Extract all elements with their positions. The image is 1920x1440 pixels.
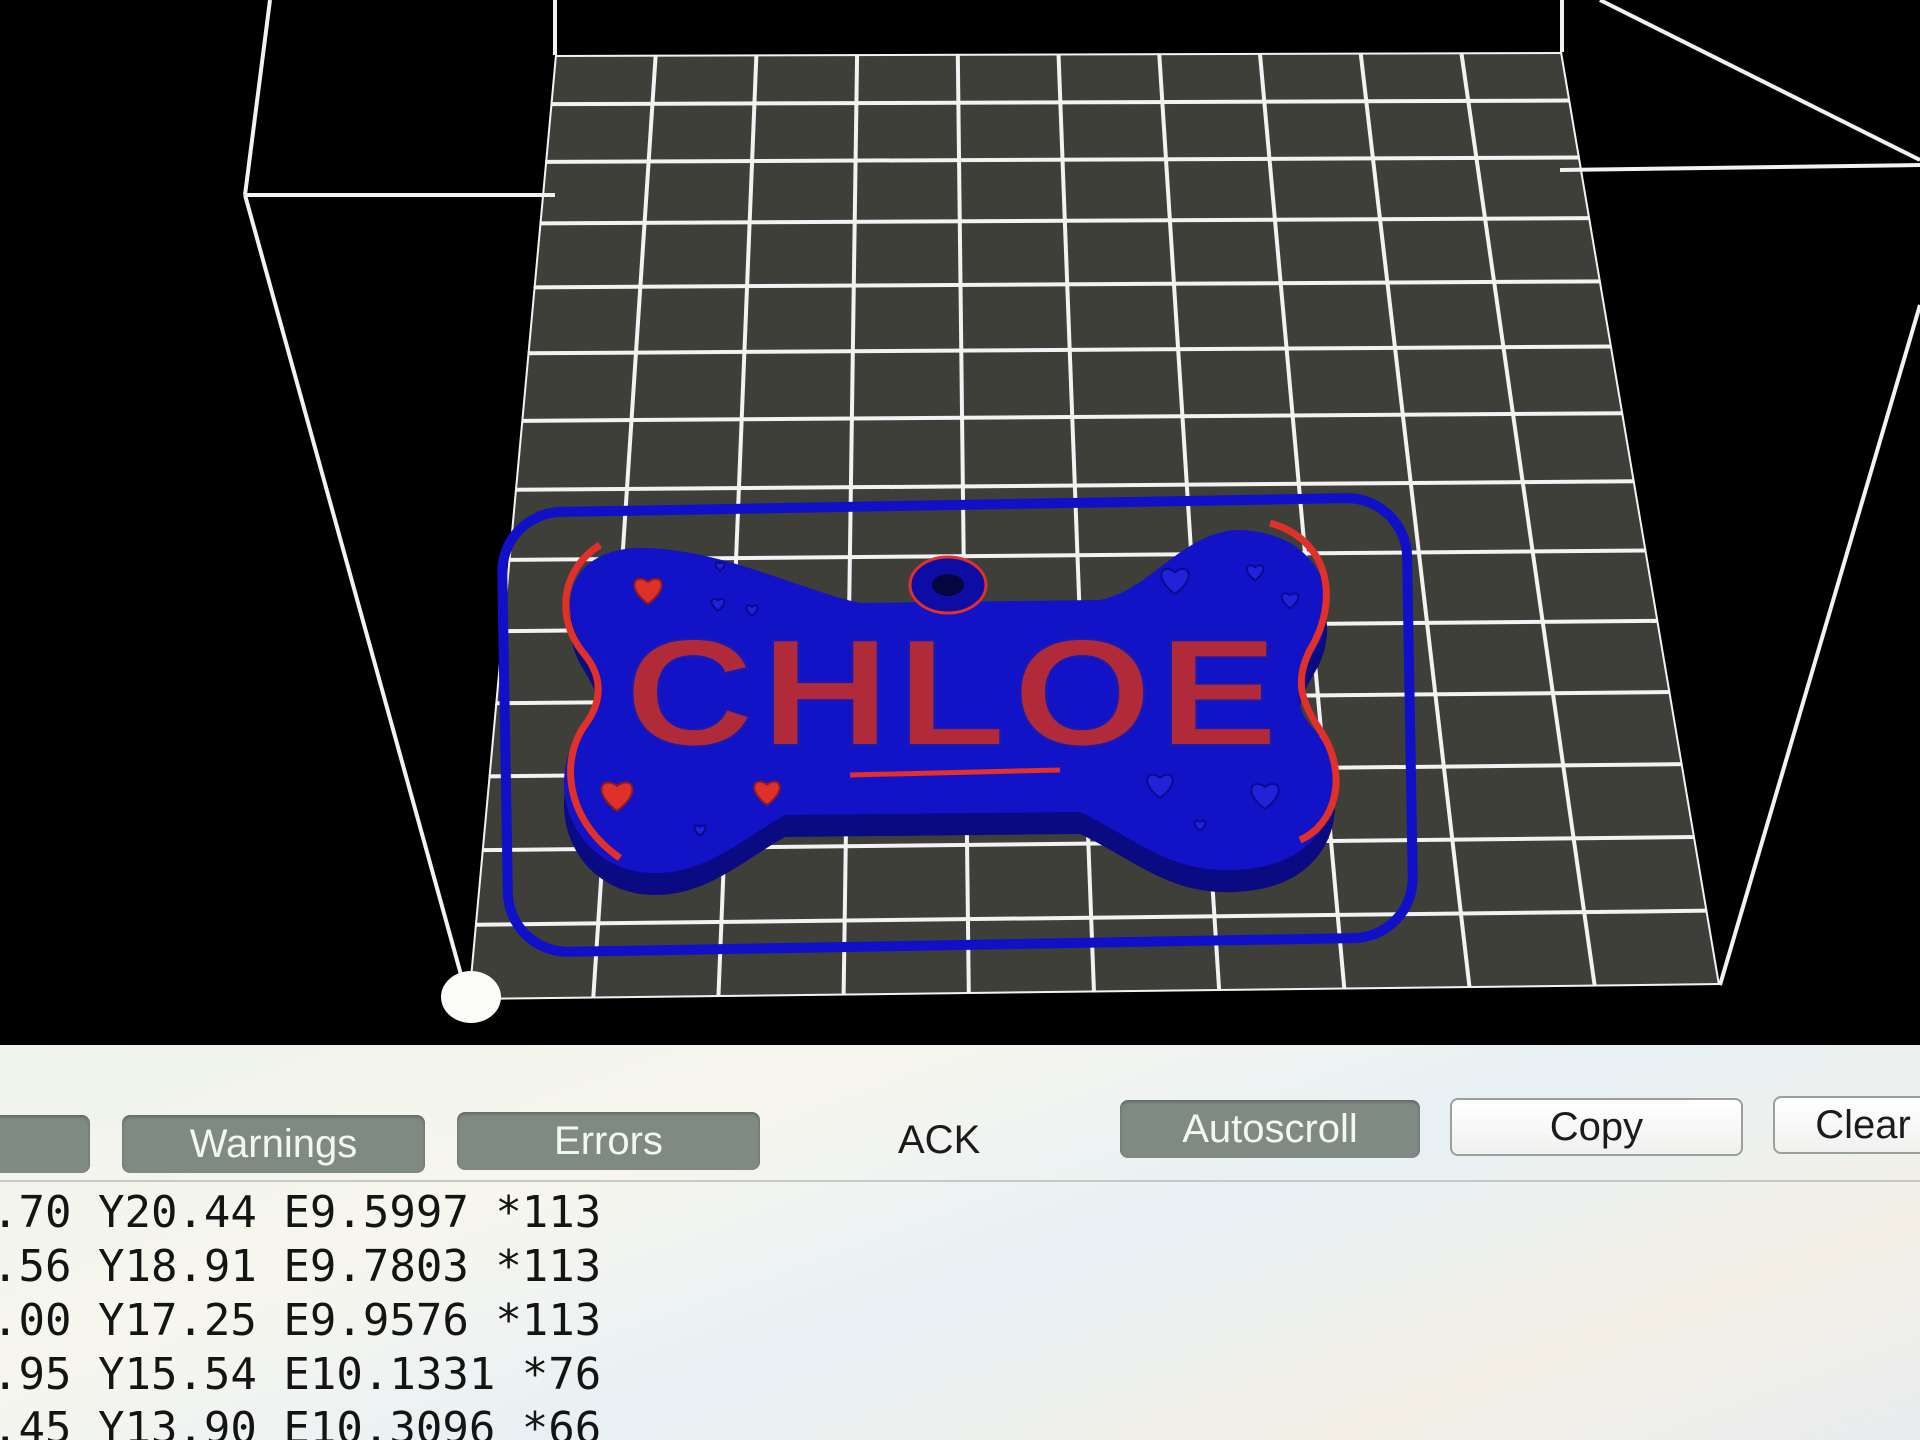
log-line: .45 Y13.90 E10.3096 *66 xyxy=(0,1403,602,1440)
ack-label[interactable]: ACK xyxy=(898,1111,980,1169)
log-line: .00 Y17.25 E9.9576 *113 xyxy=(0,1295,602,1346)
console-log[interactable]: .70 Y20.44 E9.5997 *113 .56 Y18.91 E9.78… xyxy=(0,1186,1920,1440)
3d-preview-viewport[interactable]: CHLOE xyxy=(0,0,1920,1045)
copy-button[interactable]: Copy xyxy=(1450,1098,1743,1156)
build-volume-scene[interactable]: CHLOE xyxy=(0,0,1920,1045)
log-line: .95 Y15.54 E10.1331 *76 xyxy=(0,1349,602,1400)
keyring-hole-inner xyxy=(932,574,964,596)
model-name-text: CHLOE xyxy=(625,608,1285,778)
toolbar-divider xyxy=(0,1180,1920,1182)
log-line: .70 Y20.44 E9.5997 *113 xyxy=(0,1187,602,1238)
filter-button-partial[interactable] xyxy=(0,1115,90,1173)
errors-filter-button[interactable]: Errors xyxy=(457,1112,760,1170)
clear-button[interactable]: Clear xyxy=(1773,1096,1920,1154)
autoscroll-toggle[interactable]: Autoscroll xyxy=(1120,1100,1420,1158)
origin-marker[interactable] xyxy=(441,971,501,1023)
warnings-filter-button[interactable]: Warnings xyxy=(122,1115,425,1173)
log-line: .56 Y18.91 E9.7803 *113 xyxy=(0,1241,602,1292)
